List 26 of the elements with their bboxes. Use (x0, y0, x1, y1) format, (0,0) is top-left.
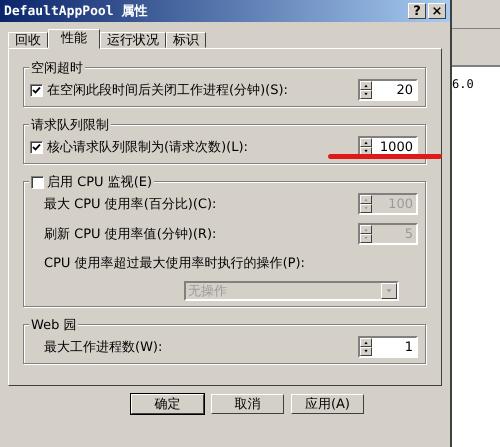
checkbox[interactable] (30, 140, 43, 154)
field-label: 刷新 CPU 使用率值(分钟)(R): (44, 226, 218, 243)
group-title: 启用 CPU 监视(E) (47, 174, 152, 191)
field-label: 核心请求队列限制为(请求次数)(L): (47, 139, 249, 156)
tab[interactable]: 回收 (8, 32, 48, 48)
dialog-button[interactable]: 应用(A) (291, 394, 364, 414)
checkbox[interactable] (31, 176, 44, 188)
window-title: DefaultAppPool 属性 (4, 3, 148, 20)
tab[interactable]: 标识 (166, 32, 206, 48)
field-label: CPU 使用率超过最大使用率时执行的操作(P): (44, 255, 306, 272)
help-button[interactable]: ? (408, 3, 426, 19)
dialog-button[interactable]: 取消 (211, 394, 284, 414)
field-label: 最大工作进程数(W): (44, 339, 164, 356)
group-title: Web 园 (31, 317, 76, 334)
number-spinner[interactable]: 20 (358, 79, 418, 101)
field-label: 最大 CPU 使用率(百分比)(C): (44, 196, 218, 213)
version-text: 6.0 (452, 77, 474, 91)
group-title: 空闲超时 (31, 60, 83, 77)
group-title: 请求队列限制 (31, 117, 109, 134)
tab[interactable]: 性能 (48, 29, 100, 49)
checkbox[interactable] (30, 84, 43, 96)
tab[interactable]: 运行状况 (100, 32, 166, 48)
close-button[interactable]: × (428, 3, 446, 19)
number-spinner[interactable]: 1 (358, 336, 418, 358)
field-label: 在空闲此段时间后关闭工作进程(分钟)(S): (47, 82, 289, 99)
dialog-button[interactable]: 确定 (131, 394, 204, 414)
